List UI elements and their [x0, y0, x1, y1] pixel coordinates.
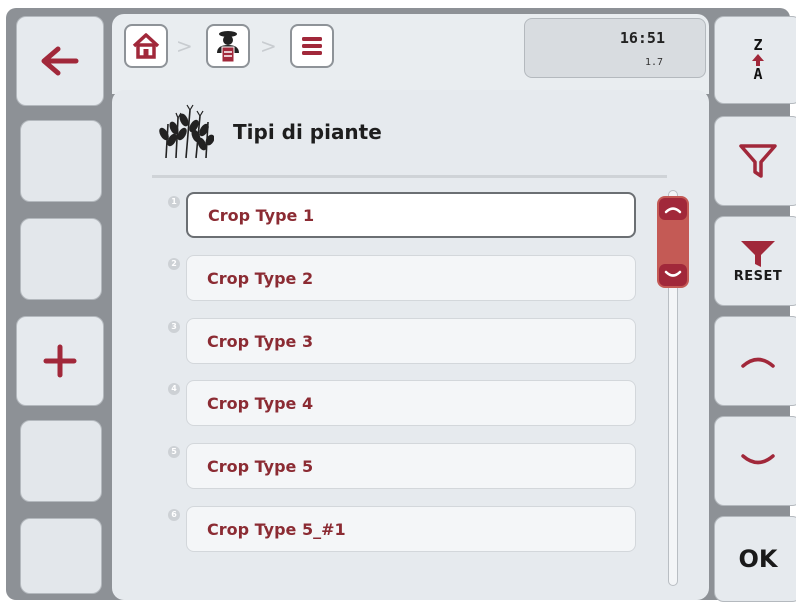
breadcrumb-home[interactable]	[124, 24, 168, 68]
title-divider	[152, 175, 667, 178]
sort-button[interactable]: Z A	[714, 16, 796, 104]
breadcrumb-list[interactable]	[290, 24, 334, 68]
list-item[interactable]: Crop Type 1	[186, 192, 636, 238]
ok-label: OK	[738, 545, 778, 573]
filter-reset-button[interactable]: RESET	[714, 216, 796, 306]
list-item-label: Crop Type 3	[207, 331, 314, 351]
ok-button[interactable]: OK	[714, 516, 796, 602]
version-label: 1.7	[644, 57, 663, 68]
list-item-label: Crop Type 1	[208, 205, 315, 225]
sidebar-empty-slot-1	[20, 120, 102, 202]
plants-icon	[159, 104, 214, 159]
page-up-button[interactable]	[714, 316, 796, 406]
filter-button[interactable]	[714, 116, 796, 206]
plus-icon	[43, 344, 77, 378]
farmer-icon	[217, 31, 239, 63]
breadcrumb-farm-data[interactable]	[206, 24, 250, 68]
list-item[interactable]: Crop Type 5_#1	[186, 506, 636, 552]
scroll-up-button[interactable]	[659, 198, 687, 220]
clock-time: 16:51	[619, 29, 665, 47]
add-button[interactable]	[16, 316, 104, 406]
list-item-label: Crop Type 4	[207, 393, 314, 413]
reset-label: RESET	[733, 268, 783, 284]
list-item-index: 3	[168, 321, 180, 333]
list-item[interactable]: Crop Type 2	[186, 255, 636, 301]
sort-top-letter: Z	[753, 36, 763, 54]
chevron-down-icon	[741, 454, 775, 465]
page-down-button[interactable]	[714, 416, 796, 506]
list-item-index: 4	[168, 383, 180, 395]
back-arrow-icon	[41, 46, 79, 76]
list-item-index: 2	[168, 258, 180, 270]
status-clock: 16:51 1.7	[524, 18, 706, 78]
chevron-up-icon	[664, 207, 682, 214]
breadcrumb-separator: >	[260, 34, 277, 58]
sidebar-empty-slot-3	[20, 420, 102, 502]
breadcrumb-separator: >	[176, 34, 193, 58]
back-button[interactable]	[16, 16, 104, 106]
sidebar-empty-slot-2	[20, 218, 102, 300]
chevron-down-icon	[664, 270, 682, 277]
filter-reset-icon	[741, 240, 775, 267]
list-item[interactable]: Crop Type 3	[186, 318, 636, 364]
page-title: Tipi di piante	[233, 120, 382, 144]
chevron-up-icon	[741, 357, 775, 368]
list-item-index: 1	[168, 196, 180, 208]
list-item[interactable]: Crop Type 5	[186, 443, 636, 489]
menu-icon	[302, 37, 322, 55]
sort-bottom-letter: A	[753, 65, 763, 83]
filter-icon	[739, 144, 777, 178]
list-item[interactable]: Crop Type 4	[186, 380, 636, 426]
list-item-label: Crop Type 2	[207, 268, 314, 288]
list-item-index: 6	[168, 509, 180, 521]
home-icon	[132, 33, 160, 59]
sidebar-empty-slot-4	[20, 518, 102, 594]
scroll-down-button[interactable]	[659, 264, 687, 286]
list-item-label: Crop Type 5_#1	[207, 519, 346, 539]
list-item-label: Crop Type 5	[207, 456, 314, 476]
list-item-index: 5	[168, 446, 180, 458]
